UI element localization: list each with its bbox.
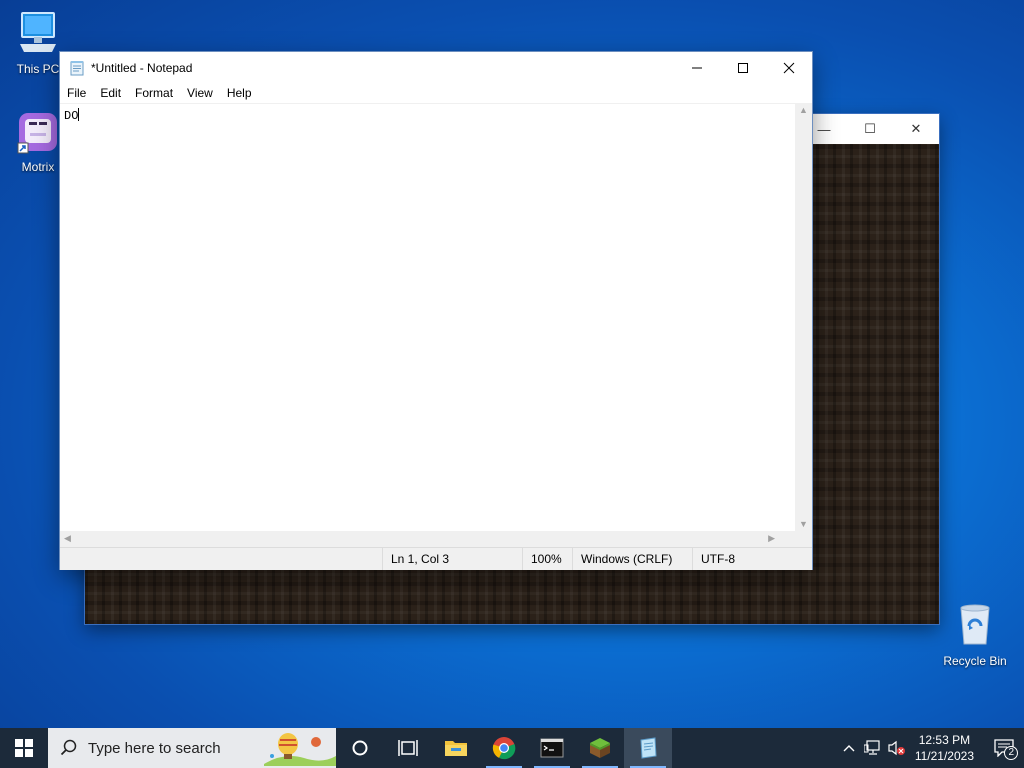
text-caret: [78, 108, 80, 121]
status-bar: Ln 1, Col 3 100% Windows (CRLF) UTF-8: [60, 547, 812, 570]
volume-button[interactable]: [885, 728, 909, 768]
terminal-icon: [540, 738, 564, 758]
close-icon: [783, 62, 795, 73]
minecraft-button[interactable]: [576, 728, 624, 768]
desktop-icon-recycle-bin[interactable]: Recycle Bin: [937, 600, 1013, 668]
horizontal-scrollbar[interactable]: ◀ ▶: [60, 531, 795, 547]
search-icon: [60, 739, 77, 756]
menu-edit[interactable]: Edit: [93, 86, 128, 100]
minimize-icon: [692, 67, 702, 68]
menu-bar: File Edit Format View Help: [60, 83, 812, 103]
notepad-titlebar[interactable]: *Untitled - Notepad: [60, 52, 812, 83]
status-line-ending: Windows (CRLF): [572, 548, 692, 570]
maximize-button[interactable]: ☐: [847, 114, 893, 144]
cortana-icon: [352, 740, 368, 756]
status-position: Ln 1, Col 3: [382, 548, 522, 570]
maximize-icon: ☐: [864, 121, 876, 136]
notepad-icon: [70, 60, 84, 75]
close-button[interactable]: [766, 52, 812, 83]
start-button[interactable]: [0, 728, 48, 768]
menu-format[interactable]: Format: [128, 86, 180, 100]
editor-text: DO: [64, 109, 79, 123]
system-tray: 12:53 PM 11/21/2023 2: [837, 728, 1024, 768]
chrome-button[interactable]: [480, 728, 528, 768]
minecraft-icon: [590, 738, 610, 758]
computer-icon: [20, 12, 56, 52]
vertical-scrollbar[interactable]: ▲ ▼: [795, 103, 812, 531]
windows-logo-icon: [15, 739, 33, 757]
network-icon: [863, 740, 880, 755]
search-highlight-icon: [264, 733, 336, 766]
notepad-icon: [640, 737, 657, 759]
clock[interactable]: 12:53 PM 11/21/2023: [915, 732, 974, 764]
status-zoom: 100%: [522, 548, 572, 570]
minimize-button[interactable]: [674, 52, 720, 83]
maximize-icon: [738, 62, 748, 73]
maximize-button[interactable]: [720, 52, 766, 83]
status-encoding: UTF-8: [692, 548, 812, 570]
task-view-button[interactable]: [384, 728, 432, 768]
scroll-right-icon[interactable]: ▶: [768, 533, 775, 544]
file-explorer-icon: [445, 741, 467, 756]
menu-help[interactable]: Help: [220, 86, 259, 100]
cortana-button[interactable]: [336, 728, 384, 768]
taskbar-search-box[interactable]: Type here to search: [48, 728, 336, 768]
scroll-down-icon[interactable]: ▼: [799, 519, 808, 529]
file-explorer-button[interactable]: [432, 728, 480, 768]
scroll-up-icon[interactable]: ▲: [799, 105, 808, 115]
clock-time: 12:53 PM: [918, 733, 971, 747]
taskbar: Type here to search 12:53 PM 11/21/2023 …: [0, 728, 1024, 768]
volume-muted-icon: [888, 740, 905, 756]
show-hidden-icons-button[interactable]: [837, 728, 861, 768]
desktop-icon-label: Recycle Bin: [943, 654, 1007, 668]
task-view-icon: [398, 740, 418, 756]
close-icon: ✕: [910, 121, 922, 136]
close-button[interactable]: ✕: [893, 114, 939, 144]
scroll-corner: [795, 531, 812, 547]
scroll-left-icon[interactable]: ◀: [64, 533, 71, 544]
menu-view[interactable]: View: [180, 86, 220, 100]
notification-center-button[interactable]: 2: [984, 728, 1024, 768]
network-button[interactable]: [861, 728, 885, 768]
chrome-icon: [492, 737, 516, 760]
minimize-icon: —: [817, 121, 831, 137]
notification-badge: 2: [1004, 746, 1018, 760]
notepad-window[interactable]: *Untitled - Notepad File Edit Format Vie…: [60, 52, 812, 570]
menu-file[interactable]: File: [60, 86, 93, 100]
clock-date: 11/21/2023: [914, 749, 974, 763]
terminal-button[interactable]: [528, 728, 576, 768]
text-editor-area[interactable]: DO: [60, 103, 795, 531]
notepad-taskbar-button[interactable]: [624, 728, 672, 768]
window-title: *Untitled - Notepad: [91, 60, 193, 75]
search-placeholder: Type here to search: [88, 739, 221, 757]
motrix-icon: [17, 113, 57, 154]
recycle-bin-icon: [960, 604, 990, 645]
chevron-up-icon: [843, 745, 855, 752]
